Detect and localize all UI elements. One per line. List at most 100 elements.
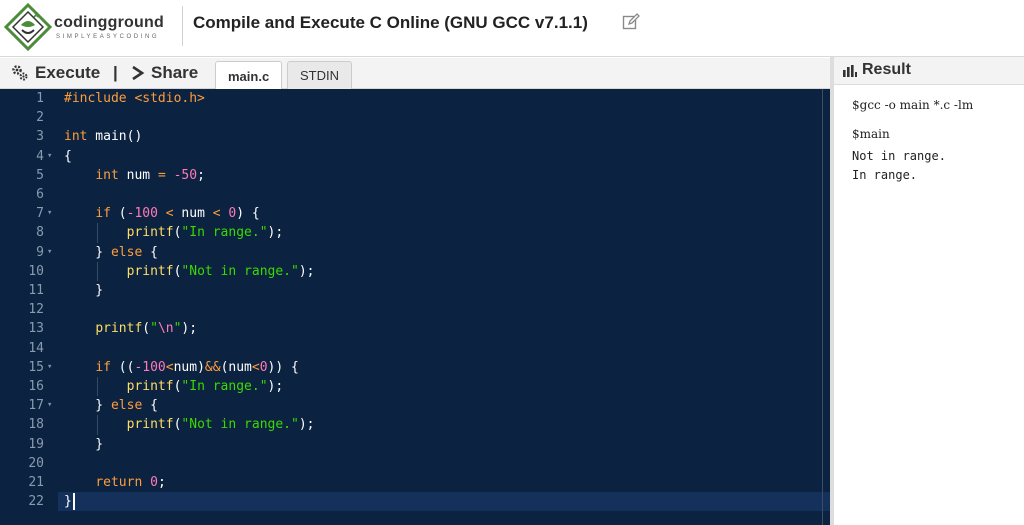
code-token: int [95,167,119,183]
print-margin-line [822,89,823,525]
code-text: if (-100 < num < 0) { [64,204,259,223]
indent-guide [97,223,99,243]
line-number: 16 [28,379,44,394]
gutter-row: 1 [0,89,58,108]
code-token: -50 [173,167,198,183]
line-number: 4 [36,148,44,164]
code-line[interactable]: printf("In range."); [58,377,818,396]
code-token: 0 [259,359,268,375]
fold-toggle-icon[interactable]: ▾ [47,147,52,166]
gutter-row: 7 ▾ [0,204,58,223]
toolbar-separator: | [113,63,118,82]
code-token: } [64,398,111,414]
line-number: 20 [28,455,44,471]
code-area[interactable]: #include <stdio.h> int main() { int num = … [58,89,830,525]
gears-icon [12,65,28,81]
code-line[interactable]: } else { [58,243,818,262]
code-line[interactable]: if ((-100<num)&&(num<0)) { [58,358,818,377]
code-line[interactable]: return 0; [58,473,818,492]
code-token: } [64,494,72,510]
gutter-row: 6 [0,185,58,204]
code-token: num [173,206,213,222]
code-token: "In range." [181,225,268,241]
code-line[interactable]: } [58,435,818,454]
tab-label: STDIN [300,68,339,83]
code-token: (( [110,359,135,375]
code-token: ( [110,206,127,222]
share-button[interactable]: Share [131,61,198,85]
code-line[interactable] [58,300,818,319]
code-token: } [64,244,111,260]
fold-toggle-icon[interactable]: ▾ [47,358,52,377]
fold-toggle-icon[interactable]: ▾ [47,243,52,262]
code-line[interactable]: } else { [58,396,818,415]
code-line[interactable]: { [58,147,818,166]
code-token: -100 [126,206,158,222]
code-line[interactable]: printf("Not in range."); [58,262,818,281]
execute-button[interactable]: Execute [11,61,100,85]
line-number: 10 [28,263,44,279]
fold-toggle-icon[interactable]: ▾ [47,204,52,223]
code-line[interactable] [58,185,818,204]
tab-stdin[interactable]: STDIN [287,61,352,89]
code-text: printf("Not in range."); [64,415,315,434]
code-token: { [142,398,158,414]
result-pane: Result $gcc -o main *.c -lm $main Not in… [834,57,1024,525]
code-text: if ((-100<num)&&(num<0)) { [64,358,299,377]
code-line[interactable]: } [58,492,818,511]
gutter-row: 11 [0,281,58,300]
code-token: ); [298,263,315,279]
line-number: 21 [28,475,44,490]
gutter-row: 20 [0,454,58,473]
indent-guide [97,377,99,397]
code-line[interactable]: } [58,281,818,300]
code-line[interactable] [58,339,818,358]
code-token: ; [197,167,205,183]
code-token: printf [126,225,174,241]
code-line[interactable]: printf("\n"); [58,319,818,338]
chevron-right-icon [132,65,145,81]
code-line[interactable]: printf("Not in range."); [58,415,818,434]
code-token: "In range." [181,379,268,394]
header-divider [182,6,183,46]
code-line[interactable]: #include <stdio.h> [58,89,818,108]
gutter-row: 16 [0,377,58,396]
gutter-row: 17 ▾ [0,396,58,415]
codingground-logo[interactable]: codingground SIMPLYEASYCODING [4,3,184,51]
code-line[interactable]: int main() [58,127,818,146]
gutter-row: 18 [0,415,58,434]
line-number: 6 [36,187,44,202]
code-token: < [165,359,174,375]
code-token: 0 [150,475,158,490]
code-text: int main() [64,127,142,146]
tab-main-c[interactable]: main.c [215,61,283,90]
share-label: Share [151,63,199,82]
text-cursor [72,493,75,511]
fold-toggle-icon[interactable]: ▾ [47,396,52,415]
code-line[interactable] [58,108,818,127]
line-number: 18 [28,417,44,433]
code-text: printf("Not in range."); [64,262,315,281]
code-token: < [165,206,174,222]
code-token: ); [298,417,315,433]
gutter-row: 13 [0,319,58,338]
code-editor[interactable]: 1 2 3 4 ▾ 5 6 7 ▾ 8 9 ▾ 10 11 12 13 14 15 ▾ 16 17 ▾ 18 19 20 21 22… [0,89,830,525]
code-token: printf [126,263,174,279]
page-title: Compile and Execute C Online (GNU GCC v7… [193,13,588,32]
code-token: ); [267,225,284,241]
code-line[interactable]: if (-100 < num < 0) { [58,204,818,223]
code-line[interactable] [58,454,818,473]
logo-mark-icon [4,3,52,51]
code-line[interactable]: int num = -50; [58,166,818,185]
code-line[interactable]: printf("In range."); [58,223,818,242]
code-token: printf [126,379,174,394]
edit-icon[interactable] [622,13,640,31]
